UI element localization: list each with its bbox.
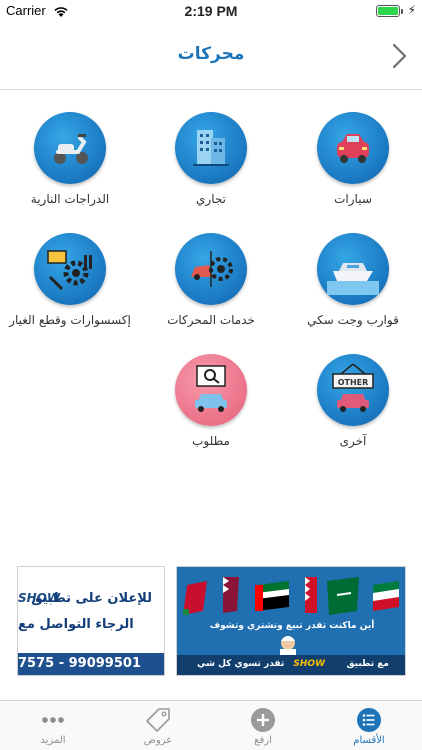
other-sign-text: OTHER (338, 378, 369, 387)
category-commercial[interactable]: تجاري (141, 112, 281, 222)
charging-bolt-icon: ⚡ (407, 3, 416, 17)
category-label: مطلوب (192, 434, 230, 448)
engine-service-icon (175, 233, 247, 305)
promo-slogan: أين ماكنت تقدر تبيع وتشتري وتشوف (209, 621, 375, 631)
battery-icon (376, 5, 400, 17)
car-icon (317, 112, 389, 184)
other-sign-icon: OTHER (317, 354, 389, 426)
contact-text: الرجاء التواصل مع (18, 617, 134, 632)
tab-label: عروض (143, 735, 173, 746)
category-label: سيارات (334, 192, 372, 206)
wanted-search-icon (175, 354, 247, 426)
boat-icon (317, 233, 389, 305)
category-other[interactable]: OTHER آخرى (283, 354, 422, 464)
promo-footer-tagline: تقدر تسوي كل شي (197, 659, 285, 669)
plus-circle-icon (251, 708, 275, 732)
tab-categories[interactable]: الأقسام (329, 701, 409, 750)
status-time: 2:19 PM (184, 3, 238, 19)
category-cars[interactable]: سيارات (283, 112, 422, 222)
battery-cap (401, 9, 403, 14)
tab-label: المزيد (40, 735, 66, 746)
brand-logo: SHOW (293, 659, 325, 669)
more-dots-icon (42, 717, 64, 723)
advertise-banner[interactable]: SHOW للإعلان على تطبيق الرجاء التواصل مع… (17, 566, 165, 676)
scooter-icon (34, 112, 106, 184)
chevron-right-icon[interactable] (390, 42, 410, 70)
category-motorcycles[interactable]: الدراجات النارية (0, 112, 140, 222)
list-icon (357, 708, 381, 732)
tab-offers[interactable]: عروض (118, 701, 198, 750)
advertise-text: للإعلان على تطبيق (31, 591, 152, 606)
promo-footer: مع تطبيق SHOW تقدر تسوي كل شي (177, 655, 405, 675)
navigation-bar: محركات (0, 24, 422, 90)
gcc-flags-icon (183, 577, 399, 615)
category-boats[interactable]: قوارب وجت سكي (283, 233, 422, 343)
mascot-icon (280, 636, 296, 657)
tab-label: ارفع (254, 735, 272, 746)
phone-strip: 7575 - 99099501 (18, 653, 164, 675)
spare-parts-icon (34, 233, 106, 305)
tab-more[interactable]: المزيد (13, 701, 93, 750)
tag-icon (146, 708, 170, 732)
category-label: خدمات المحركات (167, 313, 255, 327)
promo-footer-text: مع تطبيق (346, 659, 389, 669)
office-building-icon (175, 112, 247, 184)
category-label: الدراجات النارية (30, 192, 110, 206)
promo-banner[interactable]: أين ماكنت تقدر تبيع وتشتري وتشوف مع تطبي… (176, 566, 406, 676)
tab-upload[interactable]: ارفع (223, 701, 303, 750)
category-engine-services[interactable]: خدمات المحركات (141, 233, 281, 343)
phone-number: 7575 - 99099501 (18, 656, 141, 671)
category-label: آخرى (339, 434, 367, 448)
category-label: إكسسوارات وقطع الغيار (9, 313, 131, 327)
category-label: قوارب وجت سكي (307, 313, 399, 327)
category-wanted[interactable]: مطلوب (141, 354, 281, 464)
tab-bar: الأقسام ارفع عروض المزيد (0, 700, 422, 750)
status-bar: Carrier 2:19 PM ⚡ (0, 0, 422, 24)
category-accessories[interactable]: إكسسوارات وقطع الغيار (0, 233, 140, 343)
category-label: تجاري (196, 192, 226, 206)
page-title: محركات (177, 44, 245, 64)
tab-label: الأقسام (353, 735, 385, 746)
